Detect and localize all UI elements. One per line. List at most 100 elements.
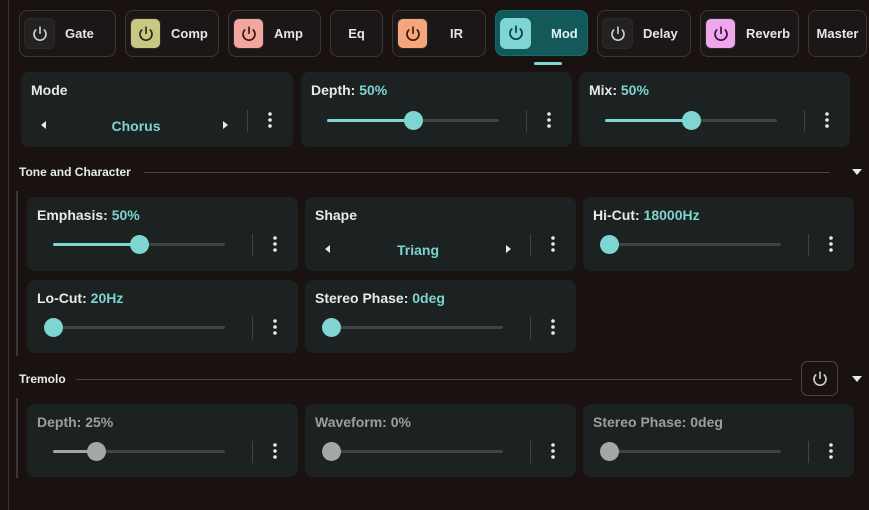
divider bbox=[252, 441, 253, 463]
more-vert-icon[interactable] bbox=[542, 109, 556, 131]
locut-label: Lo-Cut: 20Hz bbox=[37, 290, 124, 306]
tab-reverb[interactable]: Reverb bbox=[700, 10, 799, 57]
power-icon[interactable] bbox=[397, 18, 428, 49]
slider-thumb[interactable] bbox=[44, 318, 63, 337]
slider-thumb[interactable] bbox=[322, 318, 341, 337]
divider bbox=[530, 441, 531, 463]
depth-value: 50% bbox=[359, 82, 388, 98]
section-rail bbox=[16, 191, 18, 356]
slider-thumb[interactable] bbox=[682, 111, 701, 130]
mix-label: Mix: 50% bbox=[589, 82, 649, 98]
effect-tab-bar: Gate Comp Amp Eq IR Mod Delay Reverb Mas… bbox=[19, 10, 867, 65]
tremolo-depth-label: Depth: 25% bbox=[37, 414, 114, 430]
depth-slider[interactable] bbox=[327, 111, 499, 130]
tab-comp[interactable]: Comp bbox=[125, 10, 219, 57]
tab-amp[interactable]: Amp bbox=[228, 10, 321, 57]
caret-down-icon[interactable] bbox=[852, 169, 862, 175]
more-vert-icon[interactable] bbox=[824, 440, 838, 462]
locut-slider[interactable] bbox=[44, 318, 225, 337]
slider-thumb[interactable] bbox=[87, 442, 106, 461]
arrow-right-icon[interactable] bbox=[503, 244, 513, 254]
more-vert-icon[interactable] bbox=[268, 440, 282, 462]
tremolo-power-toggle[interactable] bbox=[801, 361, 838, 396]
shape-value[interactable]: Triang bbox=[363, 242, 473, 258]
divider bbox=[252, 317, 253, 339]
divider bbox=[530, 234, 531, 256]
mix-value: 50% bbox=[620, 82, 649, 98]
power-icon[interactable] bbox=[602, 18, 633, 49]
mode-card: Mode Chorus bbox=[21, 72, 293, 147]
tab-master[interactable]: Master bbox=[808, 10, 867, 57]
tab-label: Reverb bbox=[746, 26, 791, 41]
depth-label: Depth: 50% bbox=[311, 82, 388, 98]
tab-mod[interactable]: Mod bbox=[495, 10, 588, 65]
stereo-phase-value: 0deg bbox=[412, 290, 445, 306]
stereo-phase-label: Stereo Phase: 0deg bbox=[315, 290, 445, 306]
mix-slider[interactable] bbox=[605, 111, 777, 130]
emphasis-card: Emphasis: 50% bbox=[27, 197, 298, 271]
slider-thumb[interactable] bbox=[404, 111, 423, 130]
section-divider bbox=[144, 172, 830, 173]
depth-card: Depth: 50% bbox=[301, 72, 572, 147]
emphasis-slider[interactable] bbox=[53, 235, 225, 254]
tab-eq[interactable]: Eq bbox=[330, 10, 383, 57]
slider-thumb[interactable] bbox=[322, 442, 341, 461]
mode-label: Mode bbox=[31, 82, 68, 98]
divider bbox=[804, 110, 805, 132]
tremolo-stereo-phase-slider[interactable] bbox=[600, 442, 781, 461]
tremolo-waveform-value: 0% bbox=[390, 414, 411, 430]
mix-card: Mix: 50% bbox=[579, 72, 850, 147]
power-icon[interactable] bbox=[233, 18, 264, 49]
caret-down-icon[interactable] bbox=[852, 376, 862, 382]
tab-label: Mod bbox=[551, 25, 578, 41]
mode-value[interactable]: Chorus bbox=[81, 118, 191, 134]
tremolo-depth-slider[interactable] bbox=[53, 442, 225, 461]
more-vert-icon[interactable] bbox=[268, 316, 282, 338]
shape-label: Shape bbox=[315, 207, 358, 223]
power-icon bbox=[812, 370, 827, 386]
divider bbox=[530, 317, 531, 339]
divider bbox=[808, 234, 809, 256]
more-vert-icon[interactable] bbox=[824, 233, 838, 255]
power-icon[interactable] bbox=[705, 18, 736, 49]
tab-label: Master bbox=[816, 26, 859, 41]
tab-label: Eq bbox=[348, 26, 365, 41]
more-vert-icon[interactable] bbox=[546, 316, 560, 338]
power-icon[interactable] bbox=[130, 18, 161, 49]
more-vert-icon[interactable] bbox=[268, 233, 282, 255]
hicut-value: 18000Hz bbox=[643, 207, 700, 223]
stereo-phase-slider[interactable] bbox=[322, 318, 503, 337]
slider-thumb[interactable] bbox=[600, 235, 619, 254]
arrow-left-icon[interactable] bbox=[39, 120, 49, 130]
tab-delay[interactable]: Delay bbox=[597, 10, 691, 57]
locut-card: Lo-Cut: 20Hz bbox=[27, 280, 298, 353]
arrow-left-icon[interactable] bbox=[323, 244, 333, 254]
slider-thumb[interactable] bbox=[130, 235, 149, 254]
tab-gate[interactable]: Gate bbox=[19, 10, 116, 57]
emphasis-label: Emphasis: 50% bbox=[37, 207, 140, 223]
tab-ir[interactable]: IR bbox=[392, 10, 486, 57]
divider bbox=[247, 110, 248, 132]
section-title-tone: Tone and Character bbox=[19, 165, 131, 179]
more-vert-icon[interactable] bbox=[820, 109, 834, 131]
power-icon[interactable] bbox=[24, 18, 55, 49]
arrow-right-icon[interactable] bbox=[220, 120, 230, 130]
hicut-slider[interactable] bbox=[600, 235, 781, 254]
slider-fill bbox=[327, 119, 413, 122]
tremolo-stereo-phase-card: Stereo Phase: 0deg bbox=[583, 404, 854, 477]
tremolo-waveform-slider[interactable] bbox=[322, 442, 503, 461]
tremolo-depth-value: 25% bbox=[85, 414, 114, 430]
emphasis-value: 50% bbox=[111, 207, 140, 223]
active-tab-indicator bbox=[534, 62, 562, 65]
more-vert-icon[interactable] bbox=[263, 109, 277, 131]
slider-fill bbox=[53, 243, 139, 246]
tremolo-waveform-label: Waveform: 0% bbox=[315, 414, 411, 430]
more-vert-icon[interactable] bbox=[546, 233, 560, 255]
power-icon[interactable] bbox=[500, 17, 531, 49]
tremolo-depth-card: Depth: 25% bbox=[27, 404, 298, 477]
more-vert-icon[interactable] bbox=[546, 440, 560, 462]
tremolo-stereo-phase-label: Stereo Phase: 0deg bbox=[593, 414, 723, 430]
slider-thumb[interactable] bbox=[600, 442, 619, 461]
tab-label: Comp bbox=[171, 26, 208, 41]
tremolo-stereo-phase-value: 0deg bbox=[690, 414, 723, 430]
